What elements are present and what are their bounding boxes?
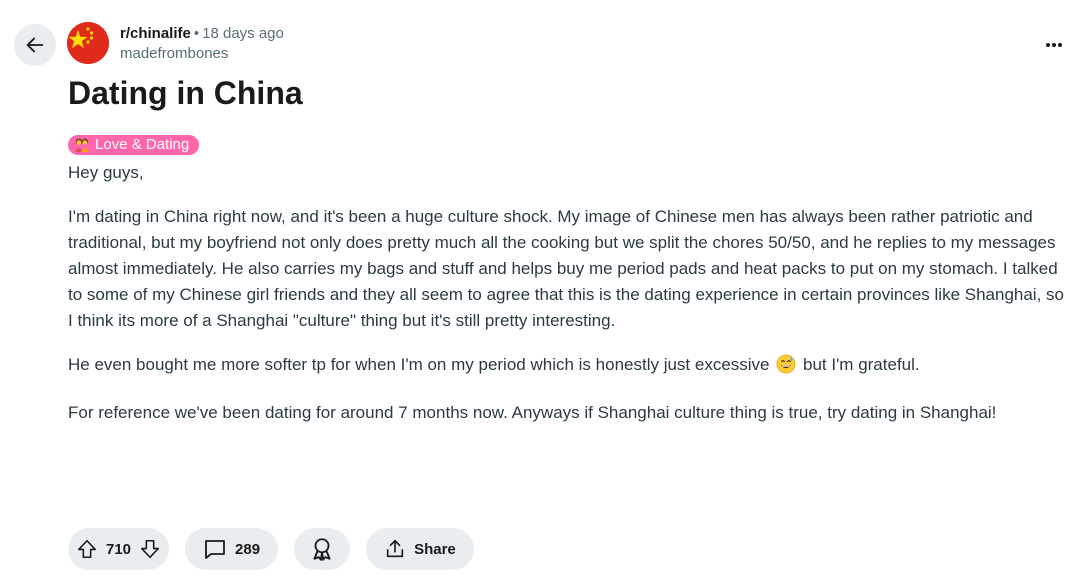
more-options-button[interactable] [1036,30,1072,60]
body-paragraph-with-emoji: He even bought me more softer tp for whe… [68,352,1068,382]
comment-bubble-icon [203,538,227,560]
downvote-arrow-icon[interactable] [139,538,161,560]
body-paragraph: Hey guys, [68,163,144,182]
more-dots-icon [1045,42,1063,48]
flair-label: Love & Dating [95,136,190,153]
china-flag-icon [67,22,109,64]
share-button[interactable]: Share [366,528,474,570]
author-link[interactable]: madefrombones [120,44,284,64]
post-actions: 710 289 Share [68,528,474,570]
subreddit-link[interactable]: r/chinalife [120,25,191,42]
body-paragraph: For reference we've been dating for arou… [68,403,997,422]
post-flair[interactable]: Love & Dating [68,135,200,155]
award-icon [309,536,335,562]
back-button[interactable] [14,24,56,66]
post-body: Hey guys, I'm dating in China right now,… [68,160,1068,444]
upvote-arrow-icon[interactable] [76,538,98,560]
arrow-left-icon [24,34,46,56]
post-meta: r/chinalife • 18 days ago madefrombones [120,24,284,64]
post-time: 18 days ago [202,25,284,42]
comment-count: 289 [235,540,261,558]
body-text-segment: but I'm grateful. [802,355,920,374]
comments-button[interactable]: 289 [185,528,279,570]
subreddit-avatar[interactable] [67,22,109,64]
body-paragraph: I'm dating in China right now, and it's … [68,207,1064,330]
award-button[interactable] [294,528,351,570]
couple-emoji-icon [74,137,90,153]
meta-separator: • [193,25,200,42]
vote-count: 710 [106,540,132,558]
share-label: Share [414,540,456,558]
share-icon [384,538,406,560]
sweat-smile-emoji-icon [776,354,796,382]
post-title: Dating in China [68,75,303,111]
body-text-segment: He even bought me more softer tp for whe… [68,355,770,374]
vote-group: 710 [68,528,170,570]
